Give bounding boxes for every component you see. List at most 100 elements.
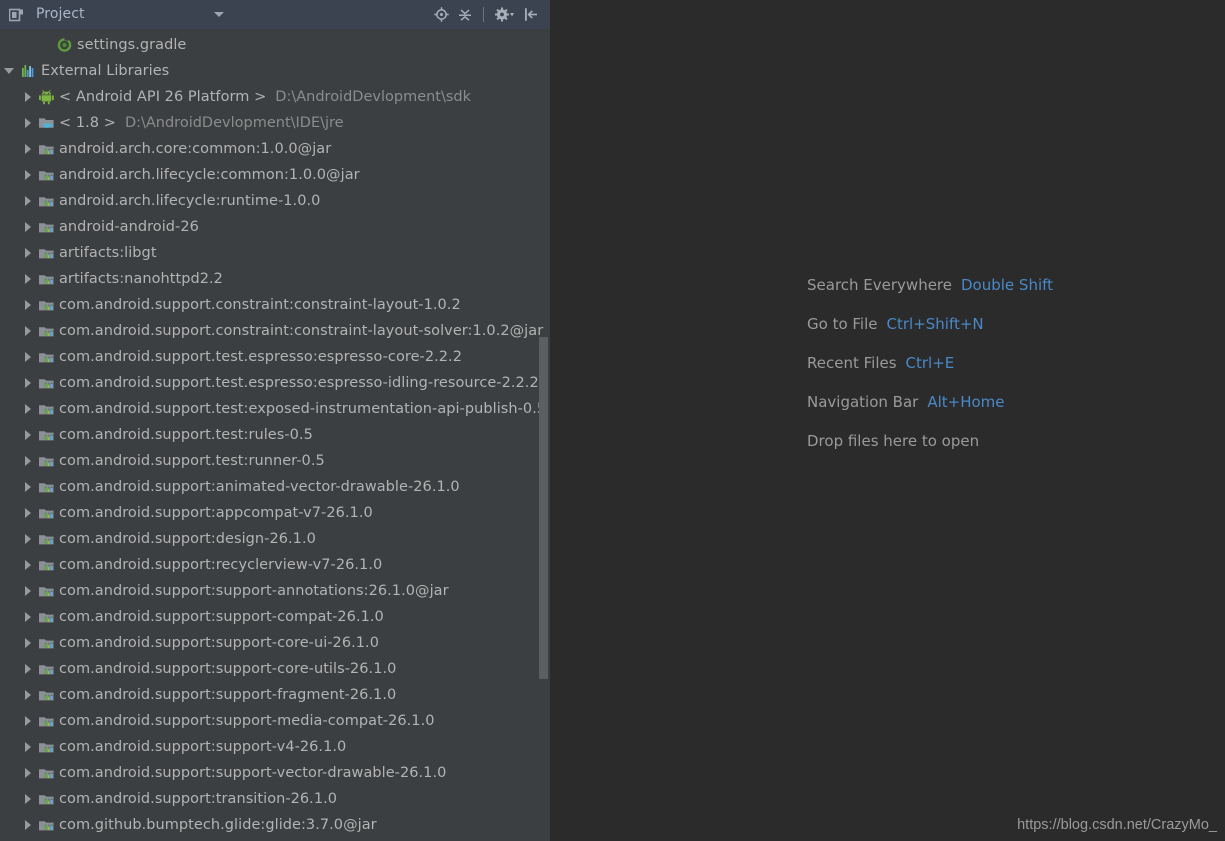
tree-row[interactable]: android.arch.lifecycle:runtime-1.0.0 [0, 188, 550, 214]
tree-row-path: D:\AndroidDevlopment\sdk [275, 89, 472, 105]
twisty-collapsed-icon[interactable] [22, 611, 34, 623]
library-icon [38, 245, 55, 261]
tree-row-label: com.android.support:animated-vector-draw… [59, 478, 460, 495]
tree-row[interactable]: com.android.support.constraint:constrain… [0, 318, 550, 344]
twisty-collapsed-icon[interactable] [22, 351, 34, 363]
tree-row[interactable]: com.android.support:support-media-compat… [0, 708, 550, 734]
tree-row[interactable]: com.android.support.test:rules-0.5 [0, 422, 550, 448]
tree-row-label: com.android.support:design-26.1.0 [59, 530, 316, 547]
twisty-expanded-icon[interactable] [4, 65, 16, 77]
scroll-from-source-icon[interactable] [434, 7, 449, 22]
twisty-collapsed-icon[interactable] [22, 273, 34, 285]
project-tree[interactable]: settings.gradle External Libraries < Andro… [0, 29, 550, 841]
editor-empty-area[interactable]: Search Everywhere Double Shift Go to File C… [551, 0, 1225, 841]
tree-row[interactable]: com.android.support.constraint:constrain… [0, 292, 550, 318]
tree-row-label: android.arch.lifecycle:common:1.0.0@jar [59, 166, 360, 183]
tree-row-label: android-android-26 [59, 218, 199, 235]
tree-row[interactable]: com.android.support:support-core-ui-26.1… [0, 630, 550, 656]
library-icon [38, 791, 55, 807]
tree-row-label: com.android.support.test:exposed-instrum… [59, 400, 547, 417]
hint-action-label: Go to File [807, 314, 878, 333]
library-icon [38, 271, 55, 287]
tree-row[interactable]: android.arch.core:common:1.0.0@jar [0, 136, 550, 162]
library-bars-icon [20, 63, 37, 79]
tree-row[interactable]: com.android.support:recyclerview-v7-26.1… [0, 552, 550, 578]
hide-panel-icon[interactable] [524, 7, 538, 22]
twisty-collapsed-icon[interactable] [22, 325, 34, 337]
tree-row[interactable]: com.github.bumptech.glide:glide:3.7.0@ja… [0, 812, 550, 838]
twisty-collapsed-icon[interactable] [22, 793, 34, 805]
tree-row-label: < Android API 26 Platform > [59, 88, 267, 105]
tree-row-label: com.android.support.test:rules-0.5 [59, 426, 313, 443]
settings-gear-icon[interactable] [495, 7, 515, 22]
twisty-collapsed-icon[interactable] [22, 689, 34, 701]
tree-row[interactable]: com.android.support:appcompat-v7-26.1.0 [0, 500, 550, 526]
twisty-collapsed-icon[interactable] [22, 767, 34, 779]
jdk-icon [38, 115, 55, 131]
tree-row[interactable]: android-android-26 [0, 214, 550, 240]
twisty-collapsed-icon[interactable] [22, 169, 34, 181]
android-icon [38, 89, 55, 105]
tree-row[interactable]: com.android.support:transition-26.1.0 [0, 786, 550, 812]
tree-row[interactable]: com.android.support:support-v4-26.1.0 [0, 734, 550, 760]
project-title-group[interactable]: Project [8, 7, 85, 23]
tree-row[interactable]: com.android.support:support-vector-drawa… [0, 760, 550, 786]
tree-row[interactable]: com.android.support:support-fragment-26.… [0, 682, 550, 708]
twisty-collapsed-icon[interactable] [22, 143, 34, 155]
tree-row[interactable]: < 1.8 > D:\AndroidDevlopment\IDE\jre [0, 110, 550, 136]
library-icon [38, 505, 55, 521]
twisty-collapsed-icon[interactable] [22, 507, 34, 519]
tree-row[interactable]: com.android.support.test.espresso:espres… [0, 370, 550, 396]
twisty-collapsed-icon[interactable] [22, 455, 34, 467]
tree-row-label: com.android.support.test.espresso:espres… [59, 348, 462, 365]
project-tree-scrollbar[interactable] [538, 29, 550, 841]
hint-shortcut-label: Ctrl+Shift+N [886, 314, 984, 333]
tree-row[interactable]: com.android.support:support-core-utils-2… [0, 656, 550, 682]
tree-row[interactable]: com.android.support:animated-vector-draw… [0, 474, 550, 500]
tree-row[interactable]: artifacts:nanohttpd2.2 [0, 266, 550, 292]
tree-row[interactable]: com.android.support:support-annotations:… [0, 578, 550, 604]
library-icon [38, 557, 55, 573]
collapse-all-icon[interactable] [458, 7, 472, 22]
tree-row[interactable]: android.arch.lifecycle:common:1.0.0@jar [0, 162, 550, 188]
twisty-collapsed-icon[interactable] [22, 819, 34, 831]
tree-row-label: com.github.bumptech.glide:glide:3.7.0@ja… [59, 816, 377, 833]
twisty-collapsed-icon[interactable] [22, 715, 34, 727]
twisty-collapsed-icon[interactable] [22, 377, 34, 389]
twisty-collapsed-icon[interactable] [22, 481, 34, 493]
tree-row[interactable]: com.android.support.test:runner-0.5 [0, 448, 550, 474]
scrollbar-thumb[interactable] [539, 337, 548, 679]
twisty-collapsed-icon[interactable] [22, 221, 34, 233]
twisty-collapsed-icon[interactable] [22, 91, 34, 103]
tree-row-label: com.android.support.constraint:constrain… [59, 296, 461, 313]
twisty-collapsed-icon[interactable] [22, 559, 34, 571]
editor-hint: Drop files here to open [807, 421, 1053, 460]
twisty-collapsed-icon[interactable] [22, 403, 34, 415]
tree-row[interactable]: com.android.support:design-26.1.0 [0, 526, 550, 552]
library-icon [38, 297, 55, 313]
twisty-collapsed-icon[interactable] [22, 585, 34, 597]
twisty-collapsed-icon[interactable] [22, 195, 34, 207]
tree-row[interactable]: com.android.support.test.espresso:espres… [0, 344, 550, 370]
tree-row-label: artifacts:nanohttpd2.2 [59, 270, 223, 287]
tree-row-label: com.android.support:recyclerview-v7-26.1… [59, 556, 383, 573]
tree-row[interactable]: < Android API 26 Platform > D:\AndroidDev… [0, 84, 550, 110]
tree-row[interactable]: com.android.support.test:exposed-instrum… [0, 396, 550, 422]
hint-action-label: Drop files here to open [807, 431, 980, 450]
twisty-collapsed-icon[interactable] [22, 247, 34, 259]
library-icon [38, 583, 55, 599]
tree-row-label: com.android.support:support-annotations:… [59, 582, 449, 599]
twisty-collapsed-icon[interactable] [22, 429, 34, 441]
twisty-collapsed-icon[interactable] [22, 637, 34, 649]
twisty-collapsed-icon[interactable] [22, 299, 34, 311]
library-icon [38, 193, 55, 209]
twisty-collapsed-icon[interactable] [22, 533, 34, 545]
tree-row[interactable]: com.android.support:support-compat-26.1.… [0, 604, 550, 630]
tree-row[interactable]: artifacts:libgt [0, 240, 550, 266]
twisty-collapsed-icon[interactable] [22, 741, 34, 753]
twisty-collapsed-icon[interactable] [22, 117, 34, 129]
tree-row[interactable]: External Libraries [0, 58, 550, 84]
chevron-down-icon[interactable] [214, 12, 224, 17]
tree-row[interactable]: settings.gradle [0, 32, 550, 58]
twisty-collapsed-icon[interactable] [22, 663, 34, 675]
